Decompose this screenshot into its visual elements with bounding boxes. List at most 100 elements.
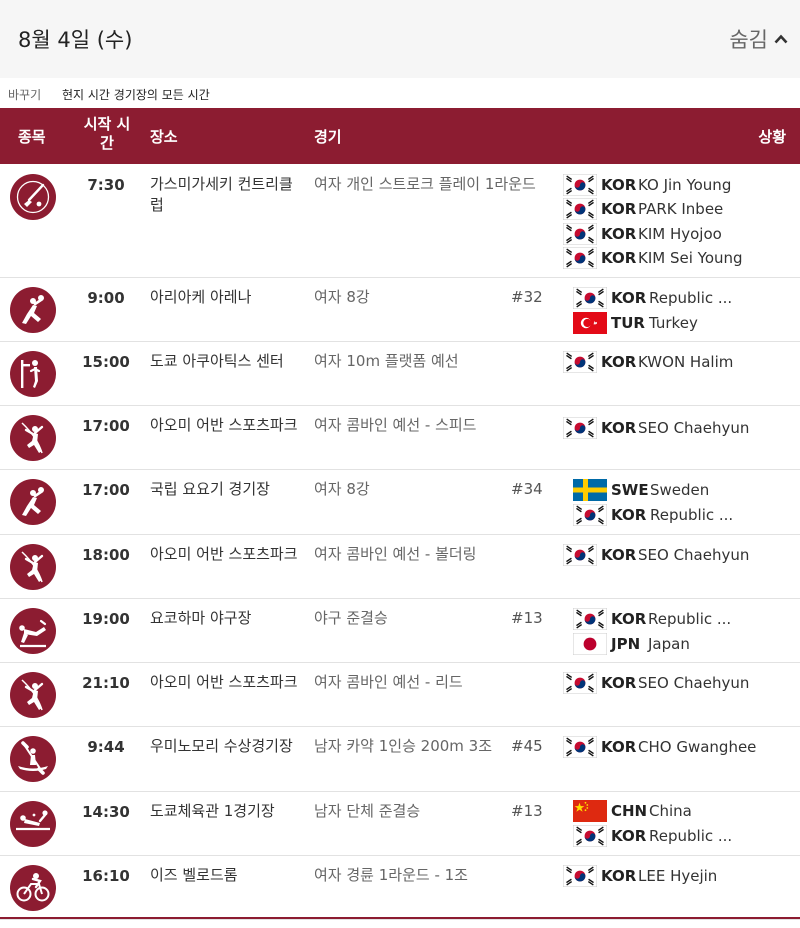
participant-name: Republic ... xyxy=(648,610,732,628)
participant-name: Japan xyxy=(648,634,690,653)
event-name: 여자 콤바인 예선 - 리드 xyxy=(314,673,463,691)
flag-kor-icon xyxy=(562,222,598,246)
schedule-row[interactable]: 18:00 아오미 어반 스포츠파크 여자 콤바인 예선 - 볼더링 KOR SEO C… xyxy=(0,534,800,599)
sport-icon-badge xyxy=(10,287,56,333)
sport-icon-badge xyxy=(10,174,56,220)
flag-jpn-icon xyxy=(572,632,608,655)
noc-code: KOR xyxy=(601,224,637,243)
timezone-switch-link[interactable]: 바꾸기 xyxy=(8,86,41,103)
diving-icon xyxy=(21,360,41,388)
event-name: 여자 경륜 1라운드 - 1조 xyxy=(314,866,468,884)
start-time: 16:10 xyxy=(82,867,130,885)
match-number: #13 xyxy=(511,802,543,820)
event-name: 여자 10m 플랫폼 예선 xyxy=(314,352,459,370)
noc-code: KOR xyxy=(611,289,647,307)
noc-code: TUR xyxy=(611,313,645,332)
column-header-status: 상황 xyxy=(758,128,786,146)
event-name: 여자 콤바인 예선 - 볼더링 xyxy=(314,545,477,563)
event-name: 여자 콤바인 예선 - 스피드 xyxy=(314,416,477,434)
noc-code: KOR xyxy=(611,826,647,845)
flag-kor-icon xyxy=(562,864,598,888)
event-name: 남자 단체 준결승 xyxy=(314,802,421,820)
schedule-row[interactable]: 9:00 아리아케 아레나 여자 8강 #32 KOR Republic ... TUR Tu… xyxy=(0,277,800,342)
column-header-event: 경기 xyxy=(314,128,342,146)
schedule-row[interactable]: 17:00 국립 요요기 경기장 여자 8강 #34 SWE Sweden KOR Repub… xyxy=(0,469,800,535)
noc-code: CHN xyxy=(611,802,648,820)
hide-toggle-button[interactable]: 숨김 xyxy=(729,24,788,54)
chevron-up-icon xyxy=(774,34,788,44)
schedule-row[interactable]: 16:10 이즈 벨로드롬 여자 경륜 1라운드 - 1조 KOR LEE Hyejin xyxy=(0,855,800,920)
climbing-icon xyxy=(21,422,44,454)
venue-name: 아오미 어반 스포츠파크 xyxy=(150,416,298,434)
event-name: 여자 개인 스트로크 플레이 1라운드 xyxy=(314,175,536,193)
participant-name: China xyxy=(649,802,692,820)
event-name: 여자 8강 xyxy=(314,480,370,498)
handball-icon xyxy=(22,487,44,516)
golf-icon xyxy=(16,180,50,214)
sport-icon-badge xyxy=(10,672,56,718)
column-header-time: 시작 시간 xyxy=(83,115,131,152)
participant-name: SEO Chaehyun xyxy=(638,674,750,692)
flag-kor-icon xyxy=(562,350,598,374)
baseball-icon xyxy=(19,619,47,648)
noc-code: JPN xyxy=(611,634,641,653)
noc-code: KOR xyxy=(601,674,637,692)
participant-name: KIM Sei Young xyxy=(638,248,743,267)
venue-name: 도쿄 아쿠아틱스 센터 xyxy=(150,352,284,370)
participant-name: PARK Inbee xyxy=(638,200,724,219)
start-time: 17:00 xyxy=(82,417,130,435)
noc-code: SWE xyxy=(611,481,649,499)
venue-name: 이즈 벨로드롬 xyxy=(150,866,238,884)
start-time: 9:00 xyxy=(87,289,125,307)
flag-kor-icon xyxy=(562,671,598,695)
venue-name: 아리아케 아레나 xyxy=(150,288,252,306)
column-header-venue: 장소 xyxy=(150,128,178,146)
noc-code: KOR xyxy=(601,248,637,267)
noc-code: KOR xyxy=(601,867,637,885)
flag-kor-icon xyxy=(562,197,598,221)
noc-code: KOR xyxy=(601,200,637,219)
schedule-row[interactable]: 9:44 우미노모리 수상경기장 남자 카약 1인승 200m 3조 #45 KOR CH… xyxy=(0,726,800,792)
participant-name: Republic ... xyxy=(650,505,734,524)
participant-name: KO Jin Young xyxy=(638,176,732,194)
schedule-row[interactable]: 14:30 도쿄체육관 1경기장 남자 단체 준결승 #13 CHN China KOR Re… xyxy=(0,791,800,856)
flag-tur-icon xyxy=(573,311,607,334)
schedule-row[interactable]: 17:00 아오미 어반 스포츠파크 여자 콤바인 예선 - 스피드 KOR SEO C… xyxy=(0,405,800,470)
noc-code: KOR xyxy=(611,505,647,524)
flag-kor-icon xyxy=(572,824,608,847)
flag-kor-icon xyxy=(562,173,598,197)
schedule-row[interactable]: 15:00 도쿄 아쿠아틱스 센터 여자 10m 플랫폼 예선 KOR KWON Hal… xyxy=(0,341,800,406)
noc-code: KOR xyxy=(601,738,637,756)
handball-icon xyxy=(22,295,44,324)
venue-name: 요코하마 야구장 xyxy=(150,609,252,627)
venue-name: 아오미 어반 스포츠파크 xyxy=(150,545,298,563)
venue-name: 가스미가세키 컨트리클럽 xyxy=(150,175,293,214)
match-number: #13 xyxy=(511,609,543,627)
participant-name: Turkey xyxy=(649,313,698,332)
noc-code: KOR xyxy=(601,546,637,564)
flag-chn-icon xyxy=(573,800,607,822)
day-header: 8월 4일 (수) 숨김 xyxy=(0,0,800,78)
table-bottom-border xyxy=(0,917,800,919)
schedule-row[interactable]: 7:30 가스미가세키 컨트리클럽 여자 개인 스트로크 플레이 1라운드 KOR KO… xyxy=(0,164,800,278)
schedule-row[interactable]: 21:10 아오미 어반 스포츠파크 여자 콤바인 예선 - 리드 KOR SEO Ch… xyxy=(0,662,800,727)
participant-name: KIM Hyojoo xyxy=(638,224,722,243)
start-time: 7:30 xyxy=(87,176,125,194)
start-time: 17:00 xyxy=(82,481,130,499)
climbing-icon xyxy=(21,551,44,583)
start-time: 9:44 xyxy=(87,738,125,756)
schedule-row[interactable]: 19:00 요코하마 야구장 야구 준결승 #13 KOR Republic ... JPN… xyxy=(0,598,800,663)
noc-code: KOR xyxy=(601,353,637,371)
match-number: #32 xyxy=(511,288,543,306)
flag-kor-icon xyxy=(572,503,608,526)
canoe-icon xyxy=(18,741,48,775)
flag-kor-icon xyxy=(562,543,598,567)
flag-kor-icon xyxy=(572,607,608,631)
participant-name: Republic ... xyxy=(649,289,733,307)
event-name: 여자 8강 xyxy=(314,288,370,306)
noc-code: KOR xyxy=(601,176,637,194)
sport-icon-badge xyxy=(10,608,56,654)
sport-icon-badge xyxy=(10,736,56,782)
sport-icon-badge xyxy=(10,351,56,397)
participant-name: LEE Hyejin xyxy=(638,867,718,885)
